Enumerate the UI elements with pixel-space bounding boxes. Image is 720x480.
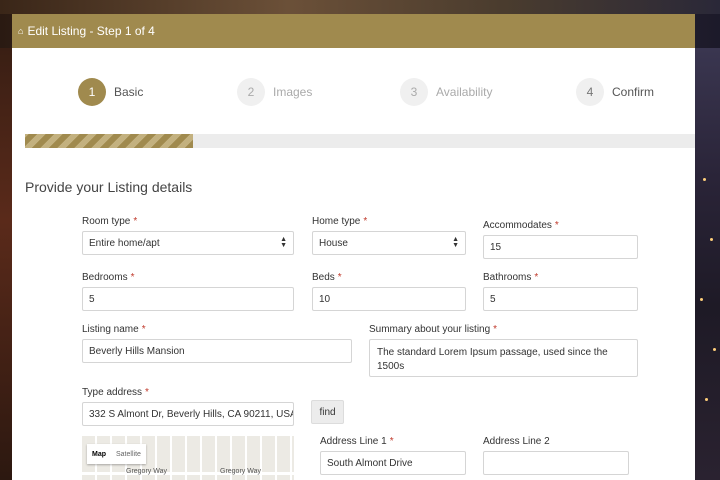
summary-label: Summary about your listing * xyxy=(369,324,498,335)
modal-title: Edit Listing - Step 1 of 4 xyxy=(27,24,155,38)
home-type-label: Home type * xyxy=(312,216,368,227)
bedrooms-input[interactable]: 5 xyxy=(82,287,294,311)
step-label: Confirm xyxy=(612,85,655,99)
bathrooms-label: Bathrooms * xyxy=(483,272,539,283)
background-photo-top xyxy=(0,0,720,14)
satellite-view-button[interactable]: Satellite xyxy=(111,451,146,458)
step-number: 4 xyxy=(576,78,604,106)
summary-textarea[interactable]: The standard Lorem Ipsum passage, used s… xyxy=(369,339,638,377)
step-progress-bar xyxy=(25,134,695,148)
type-address-field: Type address * 332 S Almont Dr, Beverly H… xyxy=(82,387,294,426)
room-type-select[interactable]: Entire home/apt ▲ ▼ xyxy=(82,231,294,255)
background-photo-right xyxy=(695,48,720,480)
listing-name-input[interactable]: Beverly Hills Mansion xyxy=(82,339,352,363)
map-street-label: Gregory Way xyxy=(126,468,167,475)
type-address-label: Type address * xyxy=(82,387,149,398)
room-type-label: Room type * xyxy=(82,216,138,227)
room-type-field: Room type * Entire home/apt ▲ ▼ xyxy=(82,216,294,255)
address-line1-label: Address Line 1 * xyxy=(320,436,394,447)
step-images[interactable]: 2 Images xyxy=(237,78,312,106)
bedrooms-field: Bedrooms * 5 xyxy=(82,272,294,311)
address-line1-input[interactable]: South Almont Drive xyxy=(320,451,466,475)
step-availability[interactable]: 3 Availability xyxy=(400,78,492,106)
map-view-button[interactable]: Map xyxy=(87,451,111,458)
bedrooms-label: Bedrooms * xyxy=(82,272,135,283)
listing-name-field: Listing name * Beverly Hills Mansion xyxy=(82,324,352,363)
modal-header: ⌂ Edit Listing - Step 1 of 4 xyxy=(12,14,695,48)
section-title: Provide your Listing details xyxy=(25,179,193,195)
accommodates-input[interactable]: 15 xyxy=(483,235,638,259)
step-label: Availability xyxy=(436,85,493,99)
step-label: Basic xyxy=(114,85,144,99)
map-road xyxy=(82,472,294,475)
home-type-select[interactable]: House ▲ ▼ xyxy=(312,231,466,255)
map-street-label: Gregory Way xyxy=(220,468,261,475)
address-line2-label: Address Line 2 xyxy=(483,436,550,447)
address-line1-field: Address Line 1 * South Almont Drive xyxy=(320,436,466,475)
address-line2-input[interactable] xyxy=(483,451,629,475)
step-confirm[interactable]: 4 Confirm xyxy=(576,78,654,106)
listing-name-label: Listing name * xyxy=(82,324,146,335)
step-number: 2 xyxy=(237,78,265,106)
home-type-field: Home type * House ▲ ▼ xyxy=(312,216,466,255)
summary-field: Summary about your listing * The standard… xyxy=(369,324,638,377)
beds-field: Beds * 10 xyxy=(312,272,466,311)
progress-fill xyxy=(25,134,193,148)
bathrooms-field: Bathrooms * 5 xyxy=(483,272,638,311)
beds-input[interactable]: 10 xyxy=(312,287,466,311)
home-icon: ⌂ xyxy=(18,26,24,36)
address-search-input[interactable]: 332 S Almont Dr, Beverly Hills, CA 90211… xyxy=(82,402,294,426)
location-map[interactable]: Gregory Way Gregory Way Map Satellite xyxy=(82,436,294,480)
beds-label: Beds * xyxy=(312,272,342,283)
step-label: Images xyxy=(273,85,313,99)
address-line2-field: Address Line 2 xyxy=(483,436,629,475)
bathrooms-input[interactable]: 5 xyxy=(483,287,638,311)
wizard-steps: 1 Basic 2 Images 3 Availability 4 Confir… xyxy=(12,48,695,128)
step-number: 1 xyxy=(78,78,106,106)
map-type-control: Map Satellite xyxy=(87,444,146,464)
find-button[interactable]: find xyxy=(311,400,344,424)
step-number: 3 xyxy=(400,78,428,106)
step-basic[interactable]: 1 Basic xyxy=(78,78,143,106)
select-arrows-icon: ▲ ▼ xyxy=(280,236,287,249)
accommodates-label: Accommodates * xyxy=(483,220,559,231)
edit-listing-modal: ⌂ Edit Listing - Step 1 of 4 1 Basic 2 I… xyxy=(12,14,695,480)
accommodates-field: Accommodates * 15 xyxy=(483,220,638,259)
select-arrows-icon: ▲ ▼ xyxy=(452,236,459,249)
